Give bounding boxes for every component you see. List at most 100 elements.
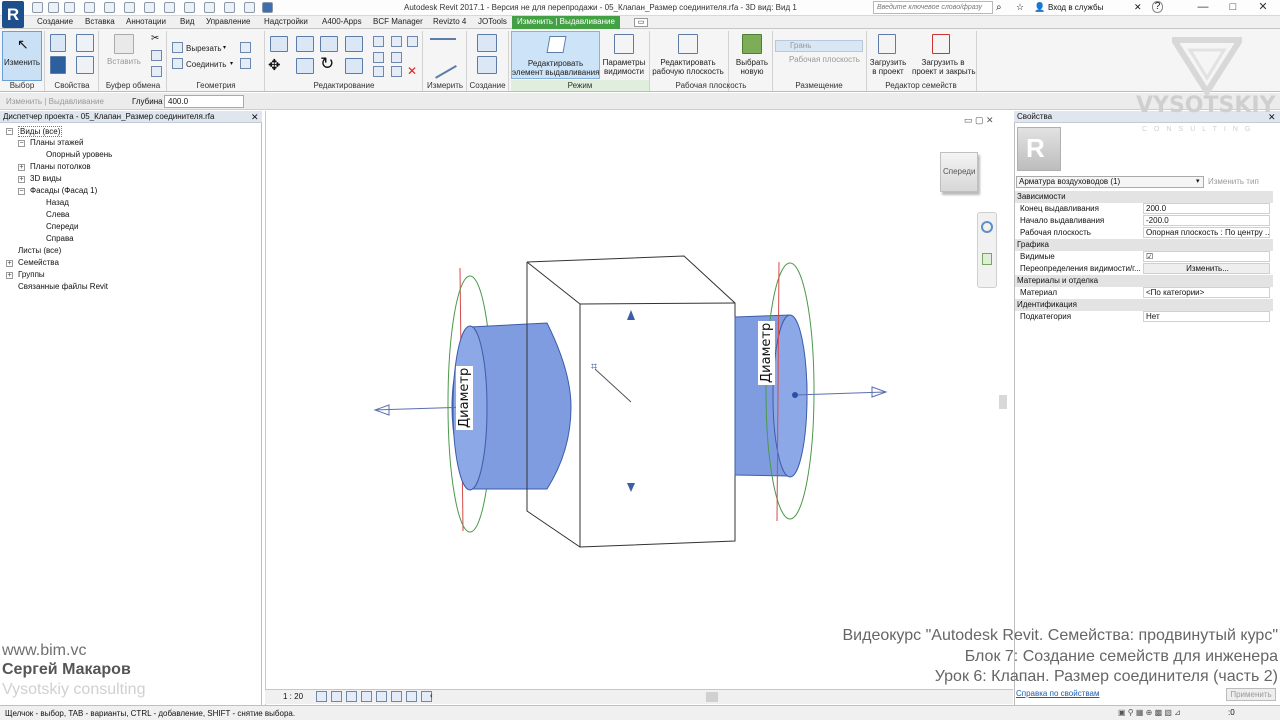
tree-item[interactable]: Виды (все) [18, 126, 63, 137]
horizontal-scrollbar-thumb[interactable] [706, 692, 718, 702]
sun-path-icon[interactable] [346, 691, 357, 702]
tree-toggle-icon[interactable]: − [18, 140, 25, 147]
pick-new-host-icon[interactable] [742, 34, 762, 54]
paste-icon[interactable] [114, 34, 134, 54]
edit-extrusion-button[interactable]: Редактировать элемент выдавливания [511, 31, 600, 79]
tree-item[interactable]: Планы этажей [30, 138, 83, 147]
load-and-close-icon[interactable] [932, 34, 950, 54]
3d-model-view[interactable]: ⌗ [265, 111, 1013, 689]
tree-item[interactable]: Семейства [18, 258, 59, 267]
diameter-dimension-right[interactable]: Диаметр [758, 321, 775, 385]
unpin-icon[interactable] [373, 66, 384, 77]
chevron-down-icon[interactable]: ▾ [230, 60, 233, 67]
edit-work-plane-icon[interactable] [678, 34, 698, 54]
tree-item[interactable]: Справа [46, 234, 74, 243]
tab-insert[interactable]: Вставка [85, 17, 115, 29]
work-plane-placement-option[interactable]: Рабочая плоскость [775, 55, 863, 67]
sign-in-button[interactable]: Вход в службы [1048, 3, 1103, 12]
tab-bcf-manager[interactable]: BCF Manager [373, 17, 423, 29]
mirror-axis-icon[interactable] [320, 36, 338, 52]
tree-item[interactable]: Слева [46, 210, 70, 219]
join-geometry-icon[interactable] [172, 58, 183, 69]
split-element-icon[interactable] [373, 36, 384, 47]
subscription-icon[interactable]: ☆ [1016, 2, 1024, 13]
shape-handle-bottom-icon[interactable] [627, 483, 635, 492]
pin-icon[interactable] [407, 36, 418, 47]
property-value[interactable]: 200.0 [1143, 203, 1270, 214]
tree-toggle-icon[interactable]: + [18, 164, 25, 171]
apply-button[interactable]: Применить [1226, 688, 1276, 701]
shape-handle-top-icon[interactable] [627, 310, 635, 320]
trim-extend-icon[interactable] [345, 58, 363, 74]
tree-item[interactable]: 3D виды [30, 174, 62, 183]
chevron-down-icon[interactable]: ▾ [223, 44, 226, 51]
family-category-icon[interactable] [76, 56, 94, 74]
copy-element-icon[interactable] [296, 58, 314, 74]
delete-icon[interactable]: ✕ [407, 64, 417, 78]
tree-toggle-icon[interactable]: − [18, 188, 25, 195]
cut-geometry-icon[interactable] [172, 42, 183, 53]
visual-style-icon[interactable] [331, 691, 342, 702]
search-input[interactable]: Введите ключевое слово/фразу [873, 1, 993, 14]
group-icon[interactable] [391, 66, 402, 77]
property-value[interactable]: -200.0 [1143, 215, 1270, 226]
properties-help-link[interactable]: Справка по свойствам [1016, 689, 1099, 698]
modify-button[interactable]: ↖ Изменить [2, 31, 42, 81]
open-icon[interactable] [32, 2, 43, 13]
family-types-icon[interactable] [76, 34, 94, 52]
tree-item[interactable]: Назад [46, 198, 69, 207]
offset-icon[interactable] [296, 36, 314, 52]
rotate-icon[interactable]: ↻ [320, 54, 334, 74]
print-icon[interactable] [124, 2, 135, 13]
show-crop-icon[interactable] [391, 691, 402, 702]
mirror-draw-icon[interactable] [345, 36, 363, 52]
scroll-left-icon[interactable]: ‹ [430, 691, 433, 700]
measure-between-icon[interactable] [430, 38, 456, 40]
tree-toggle-icon[interactable]: + [18, 176, 25, 183]
property-category[interactable] [1015, 239, 1273, 251]
switch-windows-icon[interactable] [262, 2, 273, 13]
tab-a400-apps[interactable]: A400-Apps [322, 17, 362, 29]
paint-icon[interactable] [240, 58, 251, 69]
maximize-button[interactable]: □ [1218, 0, 1248, 16]
exchange-icon[interactable]: ✕ [1134, 2, 1142, 13]
load-into-project-icon[interactable] [878, 34, 896, 54]
tree-item[interactable]: Группы [18, 270, 45, 279]
type-properties-icon[interactable] [50, 56, 66, 74]
tab-jotools[interactable]: JOTools [478, 17, 507, 29]
save-icon[interactable] [48, 2, 59, 13]
sync-icon[interactable] [64, 2, 75, 13]
tree-toggle-icon[interactable]: − [6, 128, 13, 135]
tab-addins[interactable]: Надстройки [264, 17, 308, 29]
face-placement-option[interactable]: Грань [775, 40, 863, 52]
align-icon[interactable] [270, 36, 288, 52]
property-value[interactable]: ☑ [1143, 251, 1270, 262]
search-icon[interactable]: ⌕ [996, 2, 1002, 13]
create-similar-icon[interactable] [477, 34, 497, 52]
group-select-label[interactable]: Выбор [2, 81, 42, 91]
text-icon[interactable] [184, 2, 195, 13]
connector-point-icon[interactable] [792, 392, 798, 398]
status-bar-tools[interactable]: ▣ ⚲ ▦ ⊕ ▩ ▧ ⊿ [1118, 708, 1181, 717]
crop-view-icon[interactable] [376, 691, 387, 702]
undo-icon[interactable] [84, 2, 95, 13]
tab-manage[interactable]: Управление [206, 17, 250, 29]
shadows-icon[interactable] [361, 691, 372, 702]
ribbon-minimize-icon[interactable]: ▭ [634, 18, 648, 27]
tree-toggle-icon[interactable]: + [6, 260, 13, 267]
create-group-icon[interactable] [477, 56, 497, 74]
match-type-icon[interactable] [151, 66, 162, 77]
close-button[interactable]: ✕ [1248, 0, 1278, 16]
scale-icon[interactable] [391, 52, 402, 63]
close-icon[interactable]: ✕ [251, 112, 259, 123]
copy-icon[interactable] [151, 50, 162, 61]
minimize-button[interactable]: — [1188, 0, 1218, 16]
redo-icon[interactable] [104, 2, 115, 13]
revit-app-menu-button[interactable]: R [2, 1, 24, 28]
measure-icon[interactable] [144, 2, 155, 13]
tree-item[interactable]: Связанные файлы Revit [18, 282, 108, 291]
3d-view-icon[interactable] [204, 2, 215, 13]
diameter-dimension-left[interactable]: Диаметр [456, 366, 473, 430]
edit-type-button[interactable]: Изменить тип [1208, 177, 1259, 186]
tab-create[interactable]: Создание [37, 17, 73, 29]
